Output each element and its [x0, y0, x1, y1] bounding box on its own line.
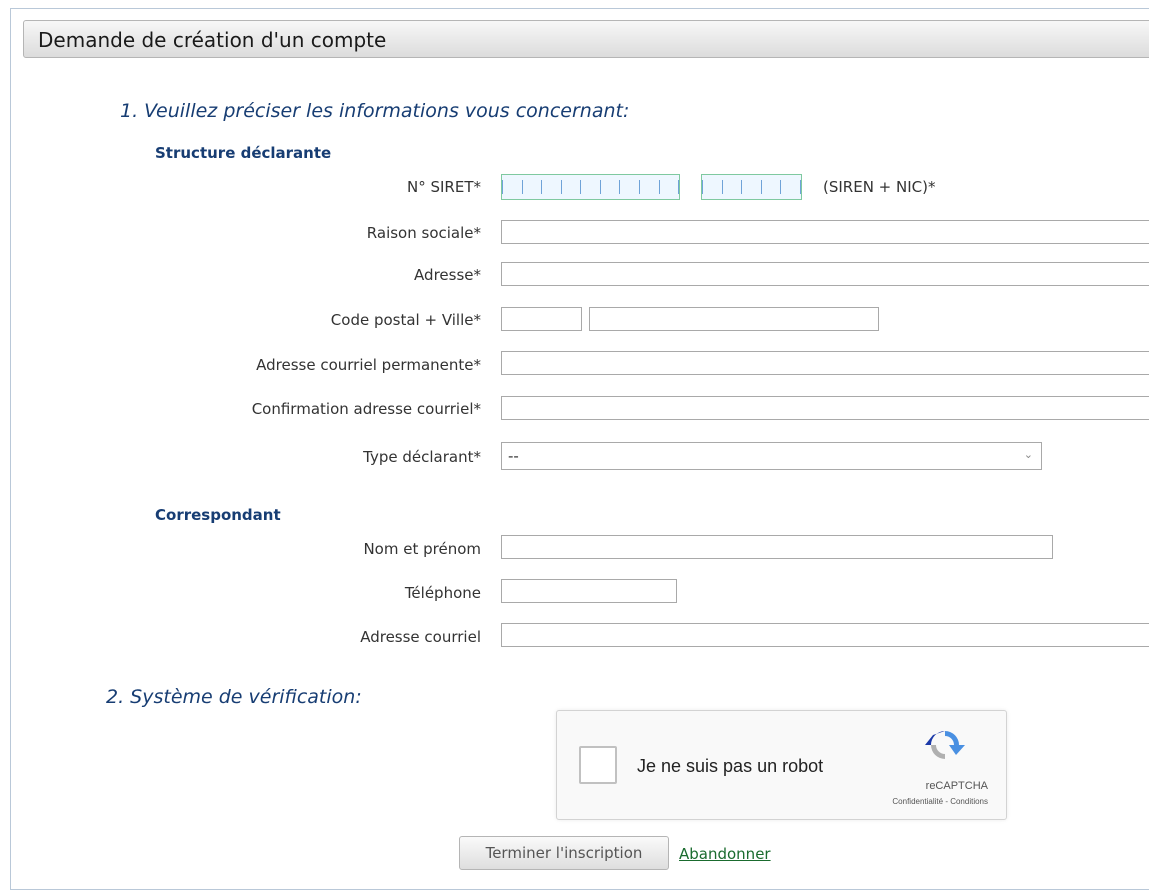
raison-sociale-label: Raison sociale* — [366, 224, 481, 242]
recaptcha-checkbox[interactable] — [579, 746, 617, 784]
nom-prenom-label: Nom et prénom — [363, 540, 481, 558]
code-postal-input[interactable] — [501, 307, 582, 331]
correspondant-courriel-label: Adresse courriel — [360, 628, 481, 646]
telephone-label: Téléphone — [404, 584, 481, 602]
correspondant-courriel-input[interactable] — [501, 623, 1149, 647]
cancel-link[interactable]: Abandonner — [679, 845, 771, 863]
confirmation-courriel-label: Confirmation adresse courriel* — [251, 400, 481, 418]
siret-note: (SIREN + NIC)* — [823, 178, 936, 196]
telephone-input[interactable] — [501, 579, 677, 603]
correspondant-title: Correspondant — [155, 506, 281, 524]
section-1-title: 1. Veuillez préciser les informations vo… — [120, 100, 630, 122]
panel-header: Demande de création d'un compte — [23, 20, 1149, 58]
recaptcha-widget: Je ne suis pas un robot reCAPTCHA Confid… — [556, 710, 1007, 820]
courriel-permanent-input[interactable] — [501, 351, 1149, 375]
chevron-down-icon: ⌄ — [1023, 448, 1033, 461]
adresse-label: Adresse* — [414, 266, 481, 284]
submit-button[interactable]: Terminer l'inscription — [459, 836, 669, 870]
adresse-input[interactable] — [501, 262, 1149, 286]
type-declarant-select[interactable]: -- ⌄ — [501, 442, 1042, 470]
confirmation-courriel-input[interactable] — [501, 396, 1149, 420]
ville-input[interactable] — [589, 307, 879, 331]
raison-sociale-input[interactable] — [501, 220, 1149, 244]
type-declarant-label: Type déclarant* — [363, 448, 481, 466]
recaptcha-label: Je ne suis pas un robot — [637, 756, 824, 776]
code-postal-ville-label: Code postal + Ville* — [330, 311, 481, 329]
nic-input[interactable] — [701, 174, 802, 200]
courriel-permanent-label: Adresse courriel permanente* — [256, 356, 481, 374]
recaptcha-logo-icon — [925, 731, 965, 759]
nom-prenom-input[interactable] — [501, 535, 1053, 559]
siren-input[interactable] — [501, 174, 680, 200]
siret-label: N° SIRET* — [407, 178, 481, 196]
recaptcha-links[interactable]: Confidentialité - Conditions — [892, 797, 988, 806]
recaptcha-brand: reCAPTCHA — [925, 780, 988, 792]
structure-title: Structure déclarante — [155, 144, 332, 162]
section-2-title: 2. Système de vérification: — [106, 686, 362, 708]
page-title: Demande de création d'un compte — [38, 28, 387, 52]
type-declarant-value: -- — [508, 447, 519, 465]
